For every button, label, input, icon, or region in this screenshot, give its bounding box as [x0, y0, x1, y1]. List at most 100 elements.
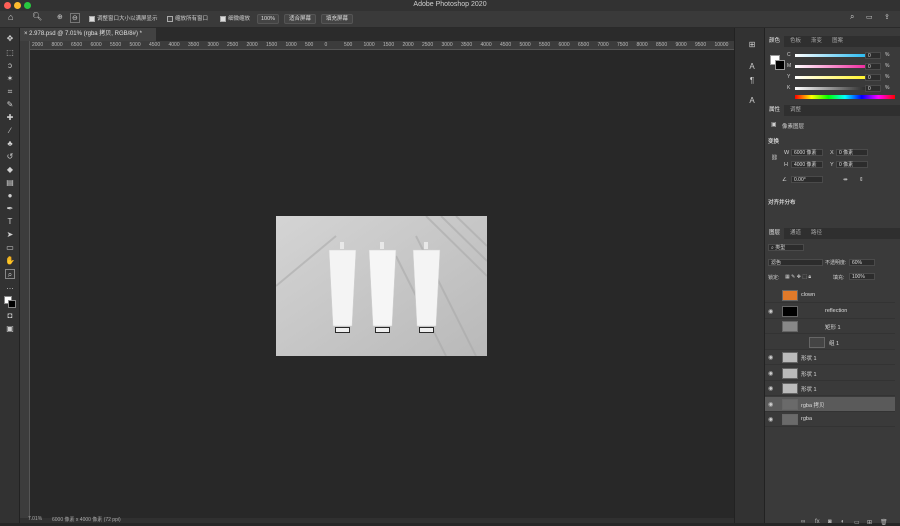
flip-horizontal-icon[interactable]: ⇹	[843, 177, 848, 183]
share-icon[interactable]: ⇪	[884, 13, 890, 21]
background-color-swatch[interactable]	[8, 300, 16, 308]
layer-row[interactable]: ◉ 形状 1	[765, 350, 895, 365]
channel-value[interactable]: 0	[865, 74, 881, 81]
layer-row[interactable]: 矩形 1	[765, 319, 895, 334]
panel-tab[interactable]: 通道	[786, 228, 805, 239]
layer-name[interactable]: 矩形 1	[825, 323, 841, 331]
background-color-swatch[interactable]	[775, 60, 785, 70]
layer-row[interactable]: ◉ reflection	[765, 304, 895, 319]
channel-value[interactable]: 0	[865, 63, 881, 70]
zoom-tool-icon[interactable]: 🔍︎	[32, 12, 42, 21]
more-tools-icon[interactable]: …	[5, 282, 15, 292]
align-section-title[interactable]: 对齐并分布	[768, 198, 796, 206]
document-image[interactable]	[276, 216, 487, 356]
color-ramp[interactable]	[795, 95, 895, 99]
link-icon[interactable]: ⛓	[771, 155, 778, 161]
adjustment-layer-icon[interactable]: ◐	[841, 519, 845, 525]
opacity-field[interactable]: 60%	[849, 259, 875, 266]
link-layers-icon[interactable]: ∞	[801, 519, 805, 525]
dodge-tool-icon[interactable]: ●	[5, 191, 15, 201]
zoom-all-checkbox[interactable]: 缩放所有窗口	[167, 14, 208, 22]
layer-name[interactable]: 组 1	[829, 339, 839, 347]
y-field[interactable]: 0 像素	[836, 161, 868, 168]
panel-tab[interactable]: 调整	[786, 105, 805, 116]
layer-filter-dropdown[interactable]: ⌕ 类型	[768, 244, 804, 251]
eyedropper-icon[interactable]: ✎	[5, 100, 15, 110]
move-tool-icon[interactable]: ✥	[5, 34, 15, 44]
glyphs-panel-icon[interactable]: A	[747, 96, 757, 106]
channel-value[interactable]: 0	[865, 85, 881, 92]
workspace-icon[interactable]: ▭	[866, 13, 873, 21]
panel-tab[interactable]: 图案	[828, 36, 847, 47]
resize-window-checkbox[interactable]: 调整窗口大小以满屏显示	[89, 14, 158, 22]
panel-tab[interactable]: 路径	[807, 228, 826, 239]
visibility-eye-icon[interactable]: ◉	[768, 401, 773, 408]
brush-tool-icon[interactable]: ∕	[5, 126, 15, 136]
healing-brush-icon[interactable]: ✚	[5, 113, 15, 123]
layer-name[interactable]: reflection	[825, 308, 847, 314]
lock-icons[interactable]: ▦ ✎ ✥ ⬚ 🔒︎	[785, 274, 811, 280]
marquee-tool-icon[interactable]: ⬚	[5, 48, 15, 58]
zoom-100-button[interactable]: 100%	[257, 14, 279, 24]
hand-tool-icon[interactable]: ✋	[5, 256, 15, 266]
layer-row[interactable]: 组 1	[765, 335, 895, 350]
layer-name[interactable]: rgba	[801, 416, 812, 422]
zoom-in-icon[interactable]: ⊕	[57, 13, 63, 21]
angle-field[interactable]: 0.00°	[791, 176, 823, 183]
paragraph-panel-icon[interactable]: ¶	[747, 76, 757, 86]
scrubby-zoom-checkbox[interactable]: 细微缩放	[220, 14, 250, 22]
width-field[interactable]: 6000 像素	[791, 149, 823, 156]
layer-row[interactable]: ◉ 形状 1	[765, 366, 895, 381]
layer-name[interactable]: 形状 1	[801, 370, 817, 378]
rectangle-tool-icon[interactable]: ▭	[5, 243, 15, 253]
gradient-tool-icon[interactable]: ▤	[5, 178, 15, 188]
height-field[interactable]: 4000 像素	[791, 161, 823, 168]
transform-section-title[interactable]: 变换	[768, 137, 779, 145]
visibility-eye-icon[interactable]: ◉	[768, 416, 773, 423]
character-panel-icon[interactable]: A	[747, 62, 757, 72]
layer-name[interactable]: 形状 1	[801, 385, 817, 393]
add-mask-icon[interactable]: ◙	[828, 519, 832, 525]
layer-row[interactable]: ◉ rgba 拷贝	[765, 396, 895, 412]
layer-row[interactable]: ◉ rgba	[765, 412, 895, 427]
fit-screen-button[interactable]: 适合屏幕	[284, 14, 316, 24]
clone-stamp-icon[interactable]: ♣	[5, 139, 15, 149]
panel-tab[interactable]: 颜色	[765, 36, 785, 47]
zoom-out-icon[interactable]: ⊖	[70, 13, 80, 23]
layer-name[interactable]: rgba 拷贝	[801, 401, 825, 409]
panel-tab[interactable]: 渐变	[807, 36, 826, 47]
quick-mask-icon[interactable]: ◘	[5, 311, 15, 321]
visibility-eye-icon[interactable]: ◉	[768, 370, 773, 377]
home-icon[interactable]: ⌂	[8, 12, 13, 22]
type-tool-icon[interactable]: T	[5, 217, 15, 227]
flip-vertical-icon[interactable]: ⇕	[859, 177, 864, 183]
blend-mode-dropdown[interactable]: 滤色	[768, 259, 823, 266]
layer-name[interactable]: 形状 1	[801, 354, 817, 362]
x-field[interactable]: 0 像素	[836, 149, 868, 156]
panel-tab[interactable]: 图层	[765, 228, 785, 239]
path-selection-icon[interactable]: ➤	[5, 230, 15, 240]
panel-tab[interactable]: 色板	[786, 36, 805, 47]
document-tab[interactable]: × 2.978.psd @ 7.01% (rgba 拷贝, RGB/8#) *	[20, 28, 156, 41]
search-icon[interactable]: ⌕	[850, 12, 854, 22]
lasso-tool-icon[interactable]: ↄ	[5, 61, 15, 71]
layer-row[interactable]: clown	[765, 288, 895, 303]
screen-mode-icon[interactable]: ▣	[5, 324, 15, 334]
fill-screen-button[interactable]: 填充屏幕	[321, 14, 353, 24]
visibility-eye-icon[interactable]: ◉	[768, 308, 773, 315]
layer-row[interactable]: ◉ 形状 1	[765, 381, 895, 396]
magic-wand-icon[interactable]: ✶	[5, 74, 15, 84]
panel-tab[interactable]: 属性	[765, 105, 785, 116]
eraser-tool-icon[interactable]: ◆	[5, 165, 15, 175]
visibility-eye-icon[interactable]: ◉	[768, 385, 773, 392]
zoom-tool-icon[interactable]: ⌕	[5, 269, 15, 279]
crop-tool-icon[interactable]: ⌗	[5, 87, 15, 97]
layer-name[interactable]: clown	[801, 292, 815, 298]
history-brush-icon[interactable]: ↺	[5, 152, 15, 162]
history-panel-icon[interactable]: ⊞	[747, 40, 757, 50]
pen-tool-icon[interactable]: ✒	[5, 204, 15, 214]
channel-value[interactable]: 0	[865, 52, 881, 59]
visibility-eye-icon[interactable]: ◉	[768, 354, 773, 361]
fill-field[interactable]: 100%	[849, 273, 875, 280]
layer-style-icon[interactable]: fx	[815, 519, 820, 525]
